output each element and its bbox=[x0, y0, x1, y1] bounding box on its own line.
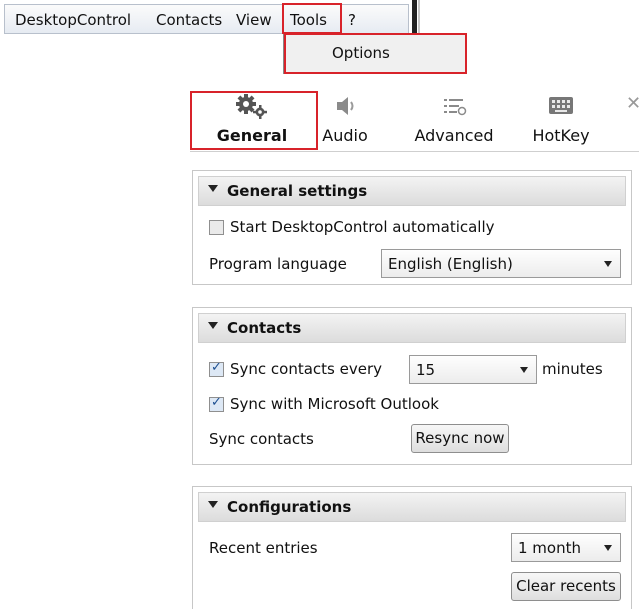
chevron-down-icon bbox=[604, 545, 612, 551]
menu-item-options[interactable]: Options bbox=[332, 44, 390, 62]
chevron-down-icon bbox=[520, 367, 528, 373]
menu-desktopcontrol[interactable]: DesktopControl bbox=[15, 11, 131, 29]
resync-now-button[interactable]: Resync now bbox=[411, 424, 509, 453]
language-label: Program language bbox=[209, 255, 347, 273]
gears-icon bbox=[236, 94, 267, 119]
autostart-label: Start DesktopControl automatically bbox=[230, 218, 495, 236]
general-settings-panel: General settings Start DesktopControl au… bbox=[192, 170, 632, 285]
tab-divider bbox=[190, 151, 639, 152]
menu-contacts[interactable]: Contacts bbox=[156, 11, 222, 29]
tab-hotkey[interactable]: HotKey bbox=[528, 92, 594, 145]
close-icon[interactable]: ✕ bbox=[626, 93, 639, 114]
keyboard-icon bbox=[549, 97, 573, 114]
general-settings-title: General settings bbox=[227, 182, 368, 200]
tab-audio[interactable]: Audio bbox=[317, 92, 373, 145]
outlook-sync-checkbox[interactable] bbox=[209, 395, 224, 412]
recent-entries-select[interactable]: 1 month bbox=[511, 533, 621, 562]
tab-hotkey-label: HotKey bbox=[532, 126, 590, 145]
menu-bar: DesktopControl Contacts View Tools ? bbox=[4, 4, 409, 34]
minutes-label: minutes bbox=[542, 360, 603, 378]
autostart-checkbox[interactable] bbox=[209, 220, 224, 235]
tab-audio-label: Audio bbox=[322, 126, 368, 145]
menu-help[interactable]: ? bbox=[348, 11, 356, 29]
advanced-list-icon bbox=[444, 99, 467, 116]
recent-entries-label: Recent entries bbox=[209, 539, 318, 557]
tab-advanced[interactable]: Advanced bbox=[408, 92, 500, 145]
collapse-triangle-icon bbox=[208, 185, 218, 192]
general-settings-header[interactable]: General settings bbox=[198, 176, 626, 206]
tab-advanced-label: Advanced bbox=[414, 126, 494, 145]
collapse-triangle-icon bbox=[208, 322, 218, 329]
recent-entries-value: 1 month bbox=[518, 539, 581, 557]
outlook-sync-label: Sync with Microsoft Outlook bbox=[230, 395, 439, 413]
sync-every-label: Sync contacts every bbox=[230, 360, 383, 378]
sync-interval-select[interactable]: 15 bbox=[409, 355, 537, 384]
configurations-panel: Configurations Recent entries 1 month Cl… bbox=[192, 486, 632, 609]
chevron-down-icon bbox=[604, 261, 612, 267]
tab-general[interactable]: General bbox=[192, 92, 312, 145]
tab-general-label: General bbox=[216, 126, 288, 145]
contacts-panel: Contacts Sync contacts every 15 minutes … bbox=[192, 307, 632, 465]
contacts-header[interactable]: Contacts bbox=[198, 313, 626, 343]
collapse-triangle-icon bbox=[208, 501, 218, 508]
tools-dropdown-menu: Options bbox=[283, 34, 466, 74]
menu-view[interactable]: View bbox=[236, 11, 272, 29]
language-select[interactable]: English (English) bbox=[381, 249, 621, 278]
sync-contacts-label: Sync contacts bbox=[209, 430, 314, 448]
configurations-header[interactable]: Configurations bbox=[198, 492, 626, 522]
sync-every-checkbox[interactable] bbox=[209, 360, 224, 377]
configurations-title: Configurations bbox=[227, 498, 352, 516]
language-select-value: English (English) bbox=[388, 255, 513, 273]
sync-interval-value: 15 bbox=[416, 361, 436, 379]
clear-recents-button[interactable]: Clear recents bbox=[511, 572, 621, 601]
contacts-title: Contacts bbox=[227, 319, 302, 337]
menu-tools[interactable]: Tools bbox=[290, 11, 327, 29]
speaker-icon bbox=[337, 97, 354, 115]
